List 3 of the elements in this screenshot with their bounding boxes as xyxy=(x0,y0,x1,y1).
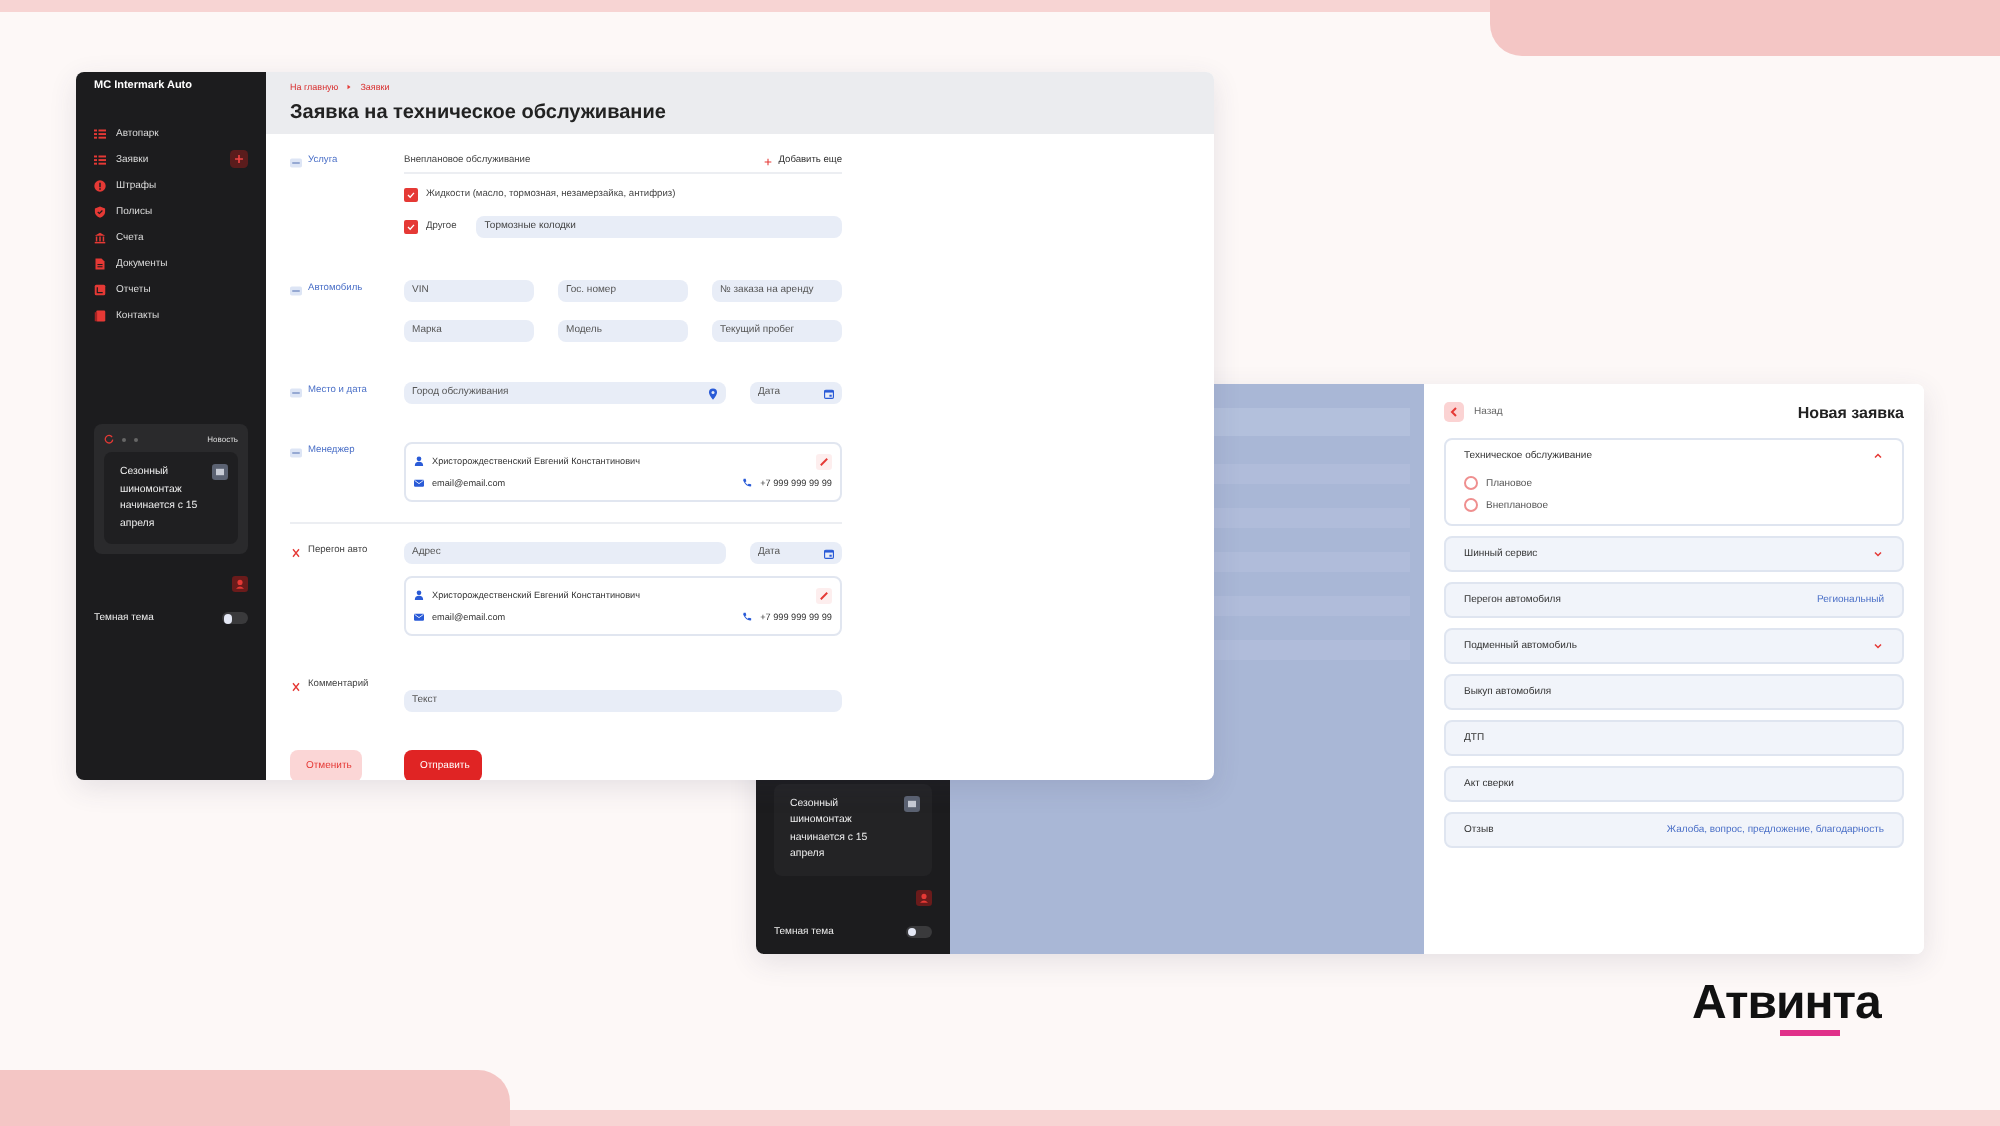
page-title: Новая заявка xyxy=(1797,403,1904,421)
page-title: Заявка на техническое обслуживание xyxy=(290,102,668,124)
logo: Атвинта xyxy=(1692,976,1881,1030)
